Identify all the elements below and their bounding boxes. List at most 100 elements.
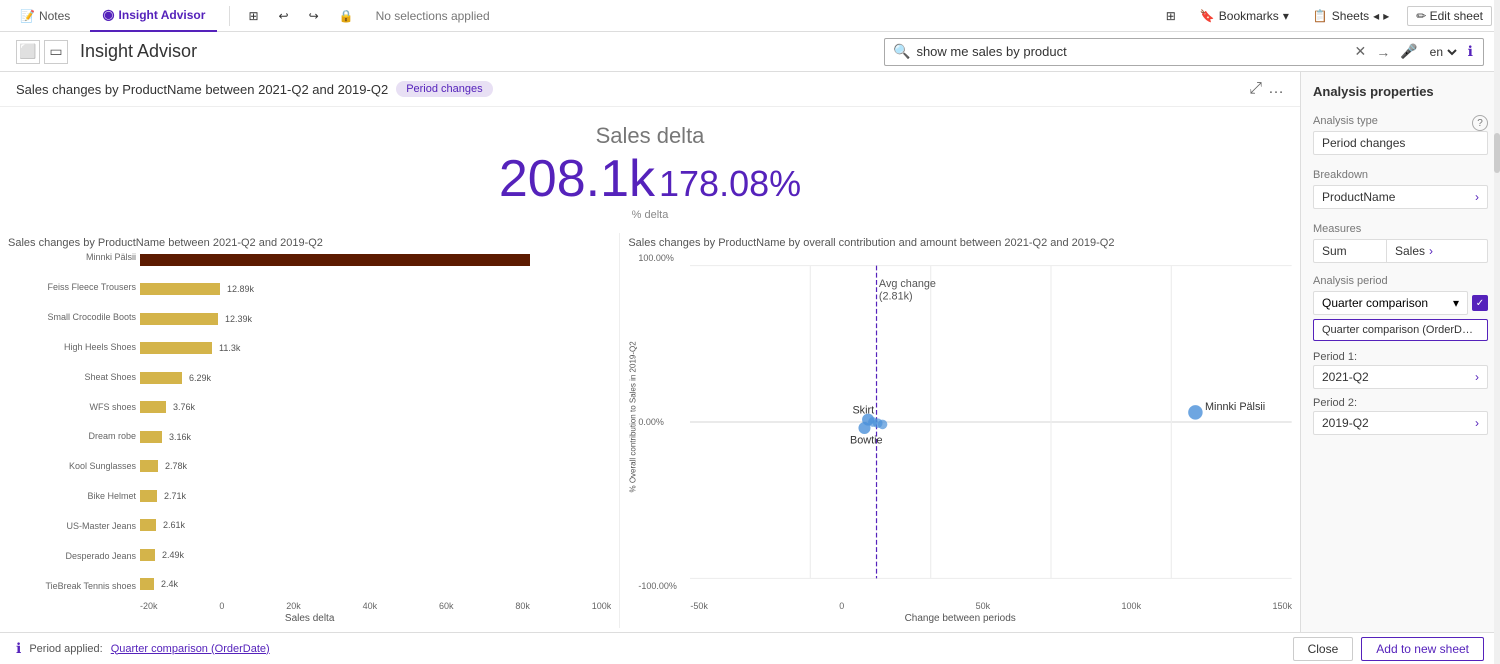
bar-row: 2.71k [140,489,611,503]
analysis-type-item: Period changes [1313,131,1488,155]
sheets-prev-icon: ◂ [1373,9,1379,23]
panel-toggle: ⬜ ▭ [16,40,68,64]
period2-value-row[interactable]: 2019-Q2 › [1313,411,1488,435]
language-select[interactable]: en [1426,44,1460,60]
bar-y-label: Desperado Jeans [20,552,140,561]
notes-icon: 📝 [20,9,35,23]
period-option[interactable]: Quarter comparison (OrderD… [1313,319,1488,341]
lock-btn[interactable]: 🔒 [333,9,360,23]
period2-label: Period 2: [1313,397,1488,409]
tab-notes[interactable]: 📝 Notes [8,0,82,32]
bar-y-label: TieBreak Tennis shoes [20,582,140,591]
bottom-bar: ℹ Period applied: Quarter comparison (Or… [0,632,1500,664]
bar-y-label: Dream robe [20,432,140,441]
tab-insight-label: Insight Advisor [119,8,206,22]
period1-value: 2021-Q2 [1322,370,1369,384]
bar-row: 12.89k [140,282,611,296]
bar-y-label: Small Crocodile Boots [20,313,140,322]
bar-row [140,253,611,267]
bookmarks-btn[interactable]: 🔖 Bookmarks ▾ [1194,9,1295,23]
bar [140,283,220,295]
clear-search-button[interactable]: ✕ [1353,43,1369,60]
bar-y-label: Bike Helmet [20,492,140,501]
bar [140,342,212,354]
info-icon: ℹ [1468,43,1473,59]
snap-btn[interactable]: ⊞ [242,9,264,23]
bar [140,254,530,266]
scatter-y-label: 0.00% [638,417,690,427]
close-button[interactable]: Close [1293,637,1354,661]
bar-value: 3.76k [170,402,195,412]
sheets-icon: 📋 [1313,9,1328,23]
scatter-svg: Avg change (2.81k) Minnki Pälsii Skirt [690,253,1292,591]
analysis-type-label: Analysis type [1313,115,1378,127]
tab-insight[interactable]: ◉ Insight Advisor [90,0,217,32]
lock-icon: 🔒 [339,9,354,23]
submit-search-button[interactable]: → [1374,44,1392,60]
bar [140,460,158,472]
left-panel-toggle[interactable]: ⬜ [16,40,40,64]
kpi-label: Sales delta [596,123,705,149]
bar-row: 2.61k [140,518,611,532]
scatter-x-label: 100k [1122,601,1142,611]
undo-icon: ↩ [279,9,289,23]
bar-row: 2.78k [140,459,611,473]
insight-icon: ◉ [102,6,114,23]
bar-y-label: Feiss Fleece Trousers [20,283,140,292]
period-badge: Period changes [396,81,492,97]
search-icon: 🔍 [893,43,910,60]
help-icon[interactable]: ? [1472,115,1488,131]
bottom-bar-info-text: Period applied: [29,643,102,655]
period1-label: Period 1: [1313,351,1488,363]
mic-button[interactable]: 🎤 [1398,43,1419,60]
bar-value: 2.49k [159,550,184,560]
bar-row: 3.76k [140,400,611,414]
svg-text:Minnki Pälsii: Minnki Pälsii [1205,401,1265,413]
camera-icon: ⊞ [248,9,258,23]
redo-btn[interactable]: ↪ [303,9,325,23]
grid-btn[interactable]: ⊞ [1160,9,1182,23]
breakdown-item[interactable]: ProductName › [1313,185,1488,209]
scatter-chart-panel: Sales changes by ProductName by overall … [620,233,1300,628]
measure-field[interactable]: Sales › [1386,240,1487,262]
bottom-bar-link[interactable]: Quarter comparison (OrderDate) [111,643,270,655]
period1-value-row[interactable]: 2021-Q2 › [1313,365,1488,389]
bar [140,578,154,590]
measure-agg: Sum [1314,240,1386,262]
scatter-x-label: 50k [976,601,991,611]
analysis-period-label: Analysis period [1313,275,1388,287]
info-button[interactable]: ℹ [1466,43,1475,60]
bar [140,313,218,325]
bar [140,549,155,561]
bar-row: 11.3k [140,341,611,355]
add-to-sheet-button[interactable]: Add to new sheet [1361,637,1484,661]
period-dropdown-value: Quarter comparison [1322,296,1428,310]
pencil-icon: ✏ [1416,9,1426,23]
bookmarks-label: Bookmarks [1219,9,1279,23]
edit-sheet-button[interactable]: ✏ Edit sheet [1407,6,1492,26]
more-options-button[interactable]: … [1268,80,1284,98]
sheets-btn[interactable]: 📋 Sheets ◂ ▸ [1307,9,1395,23]
period2-value: 2019-Q2 [1322,416,1369,430]
kpi-area: Sales delta 208.1k 178.08% % delta [0,107,1300,229]
expand-button[interactable]: ⤢ [1249,80,1262,98]
left-panel: Sales changes by ProductName between 202… [0,72,1300,632]
bar-value: 3.16k [166,432,191,442]
sheets-next-icon: ▸ [1383,9,1389,23]
bar-y-label: Minnki Pälsii [20,253,140,262]
charts-row: Sales changes by ProductName between 202… [0,229,1300,632]
kpi-sublabel: % delta [632,209,669,221]
scrollbar-thumb[interactable] [1494,133,1500,173]
sheets-label: Sheets [1332,9,1369,23]
kpi-number: 208.1k [499,149,655,209]
period-checkbox[interactable]: ✓ [1472,295,1488,311]
chevron-down-icon: ▾ [1453,296,1459,310]
undo-btn[interactable]: ↩ [273,9,295,23]
chevron-right-icon: › [1475,370,1479,384]
period-dropdown[interactable]: Quarter comparison ▾ [1313,291,1468,315]
bar-value: 2.78k [162,461,187,471]
bar-y-labels: Minnki Pälsii Feiss Fleece Trousers Smal… [20,253,140,611]
top-bar-right: ⊞ 🔖 Bookmarks ▾ 📋 Sheets ◂ ▸ ✏ Edit shee… [1160,6,1492,26]
right-panel-toggle[interactable]: ▭ [44,40,68,64]
search-input[interactable] [916,44,1346,59]
